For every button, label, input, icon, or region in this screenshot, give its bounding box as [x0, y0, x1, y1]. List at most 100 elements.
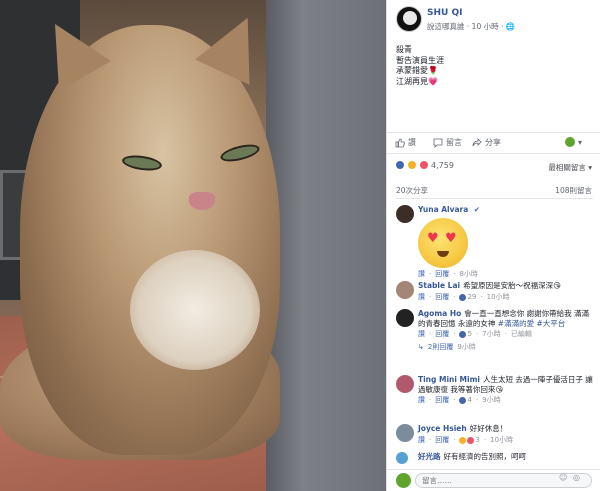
comment-body: Stable Lai 希望原因是安胎～祝福深深😘 讚 · 回覆 · 29 · 10小時 — [418, 281, 593, 302]
composer-avatar — [396, 473, 411, 488]
replies-link[interactable]: ↳ 2則回覆 9小時 — [418, 343, 593, 353]
commenter-avatar[interactable] — [396, 424, 414, 442]
post-panel: SHU QI 說這哪真誰 · 10 小時 · 🌐 殺青 暫告演員生涯 承蒙錯愛🌹… — [386, 0, 600, 491]
commenter-name[interactable]: Stable Lai — [418, 281, 460, 290]
comment-like-link[interactable]: 讚 — [418, 396, 425, 406]
commenter-name[interactable]: Joyce Hsieh — [418, 424, 467, 433]
cat-nose — [189, 192, 215, 210]
post-meta: 說這哪真誰 · 10 小時 · 🌐 — [427, 21, 515, 32]
comment-like-link[interactable]: 讚 — [418, 270, 425, 280]
commenter-avatar[interactable] — [396, 452, 408, 464]
comment-react-count: 4 — [467, 396, 472, 404]
commenter-avatar[interactable] — [396, 309, 414, 327]
comment-reactions[interactable]: 5 — [459, 330, 472, 340]
comment-meta: 讚 · 回覆 · 4 · 9小時 — [418, 396, 501, 406]
heart-icon: ♥ — [427, 230, 439, 246]
replies-time: 9小時 — [457, 342, 476, 351]
post-photo[interactable] — [0, 0, 386, 491]
comment-icon — [433, 138, 443, 148]
comment-time[interactable]: 9小時 — [482, 396, 500, 406]
comment-body: 好光路 好有經濟的告別照，呵呵 — [418, 452, 593, 462]
post-meta-prefix[interactable]: 說這哪真誰 · — [427, 22, 469, 31]
comment-meta: 讚 · 回覆 · 5 · 7小時 · 已編輯 — [418, 330, 532, 340]
page-avatar-icon — [565, 137, 575, 147]
author-avatar[interactable] — [396, 6, 422, 32]
comment-edited[interactable]: 已編輯 — [511, 330, 532, 340]
post-line: 承蒙錯愛🌹 — [396, 66, 438, 75]
comment-body: Ting Mini Mimi 人生太短 去過一陣子優活日子 讓過敏康復 我等著你回… — [418, 375, 593, 406]
emoji-icon[interactable]: ☺ — [559, 473, 567, 482]
share-icon — [472, 137, 482, 148]
commenter-name[interactable]: Yuna Alvara — [418, 205, 468, 214]
comment-meta: 讚 · 回覆 · 3 · 10小時 — [418, 435, 514, 446]
like-reaction-icon — [459, 293, 467, 301]
post-body: 殺青 暫告演員生涯 承蒙錯愛🌹 江湖再見💗 — [396, 45, 444, 87]
cat-chest — [130, 250, 260, 370]
share-count[interactable]: 20次分享 — [396, 185, 428, 196]
like-reaction-icon — [395, 160, 405, 170]
like-reaction-icon — [459, 397, 467, 405]
comment-text: 希望原因是安胎～祝福深深😘 — [463, 281, 561, 290]
comment-reactions[interactable]: 4 — [459, 396, 472, 406]
comment-composer: ☺ ◎ — [387, 469, 600, 491]
commenter-name[interactable]: Agoma Ho — [418, 309, 461, 318]
comment-time[interactable]: 7小時 — [482, 330, 500, 340]
comment-like-link[interactable]: 讚 — [418, 293, 425, 303]
comment-time[interactable]: 10小時 — [487, 293, 510, 303]
comment-reactions[interactable]: 3 — [459, 435, 480, 446]
like-button[interactable]: 讚 — [395, 137, 416, 148]
comment-meta: 讚 · 回覆 · 8小時 — [418, 269, 478, 280]
comment-react-count: 3 — [475, 435, 480, 444]
commenter-avatar[interactable] — [396, 205, 414, 223]
comment-count[interactable]: 108則留言 — [555, 185, 592, 196]
heart-icon: ♥ — [445, 230, 457, 246]
photo-wall — [266, 0, 386, 491]
comment-like-link[interactable]: 讚 — [418, 436, 425, 446]
post-line: 江湖再見💗 — [396, 76, 438, 86]
heart-eyes-sticker: ♥ ♥ — [418, 217, 468, 268]
comment-sort-dropdown[interactable]: 最相關留言 ▾ — [548, 162, 592, 173]
comment-label: 留言 — [446, 138, 462, 147]
comment-body: Joyce Hsieh 好好休息！ 讚 · 回覆 · 3 · 10小時 — [418, 424, 593, 445]
comment-reply-link[interactable]: 回覆 — [435, 293, 449, 303]
commenter-name[interactable]: Ting Mini Mimi — [418, 375, 480, 384]
comment-reply-link[interactable]: 回覆 — [435, 396, 449, 406]
post-actions: 讚 留言 分享 ▾ — [387, 132, 600, 154]
commenter-avatar[interactable] — [396, 281, 414, 299]
thumbs-up-icon — [395, 138, 405, 148]
replies-count: 2則回覆 — [427, 342, 454, 351]
post-line: 暫告演員生涯 — [396, 55, 444, 65]
view-as-button[interactable]: ▾ — [565, 137, 582, 147]
comment-react-count: 29 — [467, 292, 477, 301]
reaction-summary[interactable]: 4,759 — [395, 160, 454, 170]
comment-reply-link[interactable]: 回覆 — [435, 436, 449, 446]
reaction-count: 4,759 — [431, 160, 454, 170]
comment-react-count: 5 — [467, 330, 472, 338]
wow-reaction-icon — [407, 160, 417, 170]
comment-like-link[interactable]: 讚 — [418, 330, 425, 340]
share-label: 分享 — [485, 138, 501, 147]
comment-time[interactable]: 8小時 — [459, 270, 477, 280]
author-name[interactable]: SHU QI — [427, 8, 462, 18]
divider — [395, 198, 593, 199]
commenter-name[interactable]: 好光路 — [418, 452, 441, 461]
sticker-mouth — [437, 250, 449, 257]
comment-text: 好有經濟的告別照，呵呵 — [443, 452, 527, 461]
comment-body: Yuna Alvara ✔ ♥ ♥ 讚 · 回覆 · 8小時 — [418, 205, 593, 279]
love-reaction-icon — [467, 436, 475, 444]
comment-text: 好好休息！ — [469, 424, 508, 433]
post-line: 殺青 — [396, 45, 412, 54]
comment-reply-link[interactable]: 回覆 — [435, 330, 449, 340]
love-reaction-icon — [419, 160, 429, 170]
like-reaction-icon — [459, 331, 467, 339]
comment-reactions[interactable]: 29 — [459, 293, 476, 303]
post-time[interactable]: 10 小時 · — [472, 22, 504, 31]
comment-time[interactable]: 10小時 — [490, 436, 513, 446]
comment-button[interactable]: 留言 — [433, 137, 462, 148]
commenter-avatar[interactable] — [396, 375, 414, 393]
like-label: 讚 — [408, 138, 416, 147]
comment-reply-link[interactable]: 回覆 — [435, 270, 449, 280]
camera-icon[interactable]: ◎ — [573, 473, 580, 482]
comment-hashtags[interactable]: #滿滿的愛 #大平台 — [498, 319, 565, 328]
share-button[interactable]: 分享 — [472, 137, 501, 148]
